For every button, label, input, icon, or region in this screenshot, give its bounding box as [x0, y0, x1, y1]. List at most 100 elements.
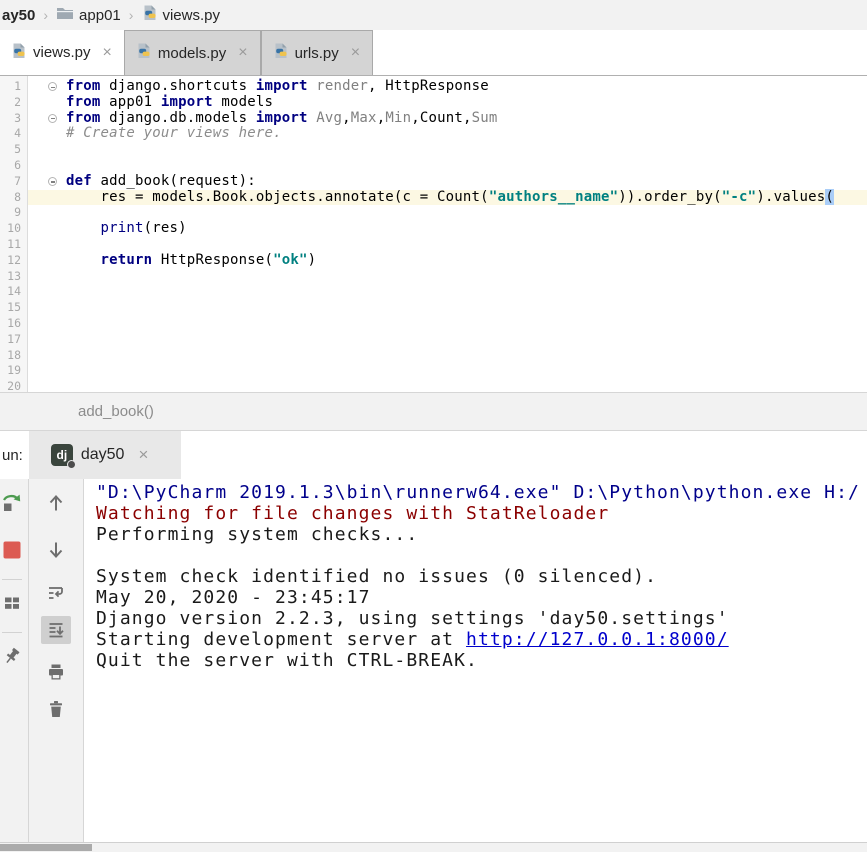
code-text: res = models.Book.objects.annotate(c = C… [66, 190, 834, 206]
run-tab-label: day50 [81, 446, 125, 464]
fold-column [28, 316, 66, 332]
breadcrumb-label: app01 [79, 7, 121, 24]
code-token: import [256, 110, 308, 126]
fold-column [28, 253, 66, 269]
fold-collapse-icon[interactable] [48, 114, 57, 123]
line-number: 1 [0, 79, 27, 95]
tab-urlspy[interactable]: urls.py× [261, 30, 374, 75]
breadcrumb-item-viewspy[interactable]: views.py [141, 5, 220, 25]
line-number: 3 [0, 111, 27, 127]
code-text: # Create your views here. [66, 126, 282, 142]
run-controls-toolbar [0, 479, 29, 842]
fold-column [28, 142, 66, 158]
tab-label: views.py [33, 44, 91, 61]
scrollbar-thumb[interactable] [0, 844, 92, 851]
console-line: "D:\PyCharm 2019.1.3\bin\runnerw64.exe" … [96, 482, 867, 503]
line-number: 4 [0, 126, 27, 142]
code-line [28, 379, 867, 392]
fold-column [28, 221, 66, 237]
code-token: "-c" [722, 189, 757, 205]
code-line [28, 348, 867, 364]
rerun-icon[interactable] [1, 491, 23, 513]
editor-gutter: 1234567891011121314151617181920 [0, 76, 28, 392]
line-number: 5 [0, 142, 27, 158]
code-token: , HttpResponse [368, 78, 489, 94]
code-line [28, 332, 867, 348]
breadcrumb-item-ay50[interactable]: ay50 [2, 7, 35, 24]
scroll-end-icon[interactable] [41, 616, 71, 644]
server-url-link[interactable]: http://127.0.0.1:8000/ [466, 629, 729, 650]
code-token [66, 220, 101, 236]
line-number: 14 [0, 284, 27, 300]
python-file-icon [10, 43, 26, 63]
console-line: Watching for file changes with StatReloa… [96, 503, 867, 524]
code-token: import [256, 78, 308, 94]
code-line: return HttpResponse("ok") [28, 253, 867, 269]
console-line [96, 545, 867, 566]
fold-collapse-icon[interactable] [48, 177, 57, 186]
horizontal-scrollbar[interactable] [0, 842, 867, 852]
tab-modelspy[interactable]: models.py× [124, 30, 261, 75]
method-breadcrumb-bar: add_book() [0, 392, 867, 431]
code-line: print(res) [28, 221, 867, 237]
close-icon[interactable]: × [138, 445, 148, 465]
code-line [28, 205, 867, 221]
code-line [28, 158, 867, 174]
clear-icon[interactable] [45, 698, 67, 720]
print-icon[interactable] [45, 661, 67, 683]
line-number: 7 [0, 174, 27, 190]
run-panel-label: un: [0, 431, 29, 479]
close-icon[interactable]: × [238, 44, 247, 62]
close-icon[interactable]: × [103, 44, 112, 62]
code-line: # Create your views here. [28, 126, 867, 142]
fold-column [28, 79, 66, 95]
code-token [66, 252, 101, 268]
line-number: 10 [0, 221, 27, 237]
fold-column [28, 158, 66, 174]
code-token: from [66, 110, 101, 126]
layout-icon[interactable] [1, 592, 23, 614]
line-number: 17 [0, 332, 27, 348]
down-icon[interactable] [45, 539, 67, 561]
code-area[interactable]: from django.shortcuts import render, Htt… [28, 76, 867, 392]
fold-column [28, 205, 66, 221]
line-number: 19 [0, 363, 27, 379]
breadcrumb-label: views.py [162, 7, 220, 24]
console-output[interactable]: "D:\PyCharm 2019.1.3\bin\runnerw64.exe" … [84, 479, 867, 842]
soft-wrap-icon[interactable] [45, 582, 67, 604]
fold-column [28, 348, 66, 364]
folder-icon [56, 5, 74, 25]
fold-column [28, 126, 66, 142]
method-breadcrumb[interactable]: add_book() [78, 403, 154, 420]
line-number: 20 [0, 379, 27, 392]
code-token: Max [351, 110, 377, 126]
fold-column [28, 379, 66, 392]
pin-icon[interactable] [1, 645, 23, 667]
up-icon[interactable] [45, 492, 67, 514]
line-number: 15 [0, 300, 27, 316]
code-editor[interactable]: 1234567891011121314151617181920 from dja… [0, 76, 867, 392]
fold-column [28, 95, 66, 111]
code-line: from django.db.models import Avg,Max,Min… [28, 111, 867, 127]
stop-icon[interactable] [1, 539, 23, 561]
code-token: Avg [316, 110, 342, 126]
tab-viewspy[interactable]: views.py × [0, 30, 124, 75]
console-text: May 20, 2020 - 23:45:17 [96, 587, 371, 608]
run-tab-day50[interactable]: dj day50 × [29, 431, 181, 479]
code-token: app01 [101, 94, 161, 110]
close-icon[interactable]: × [351, 44, 360, 62]
console-toolbar [29, 479, 84, 842]
code-token: models [213, 94, 273, 110]
run-console-panel: "D:\PyCharm 2019.1.3\bin\runnerw64.exe" … [0, 479, 867, 842]
code-token: HttpResponse( [152, 252, 273, 268]
code-text: from django.shortcuts import render, Htt… [66, 79, 489, 95]
code-line: res = models.Book.objects.annotate(c = C… [28, 190, 867, 206]
run-panel-header: un: dj day50 × [0, 431, 867, 479]
code-token: )).order_by( [618, 189, 722, 205]
line-number: 13 [0, 269, 27, 285]
console-line: Django version 2.2.3, using settings 'da… [96, 608, 867, 629]
fold-collapse-icon[interactable] [48, 82, 57, 91]
code-line: from django.shortcuts import render, Htt… [28, 79, 867, 95]
breadcrumb-item-app01[interactable]: app01 [56, 5, 121, 25]
console-text: System check identified no issues (0 sil… [96, 566, 657, 587]
